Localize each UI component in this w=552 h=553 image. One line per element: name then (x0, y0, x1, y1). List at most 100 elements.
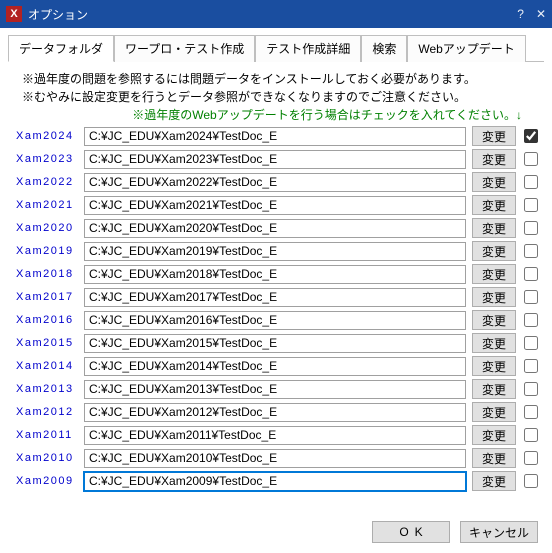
tab-1[interactable]: ワープロ・テスト作成 (114, 35, 255, 62)
folder-row: Xam2012 変更 (14, 402, 538, 422)
notes: ※過年度の問題を参照するには問題データをインストールしておく必要があります。 ※… (0, 62, 552, 126)
year-label: Xam2009 (14, 475, 84, 487)
change-button[interactable]: 変更 (472, 264, 516, 284)
change-button[interactable]: 変更 (472, 471, 516, 491)
change-button[interactable]: 変更 (472, 241, 516, 261)
path-input[interactable] (84, 219, 466, 238)
title-bar: オプション ? ✕ (0, 0, 552, 28)
update-checkbox[interactable] (524, 267, 538, 281)
year-label: Xam2015 (14, 337, 84, 349)
note-line-1: ※過年度の問題を参照するには問題データをインストールしておく必要があります。 (22, 70, 530, 88)
path-input[interactable] (84, 403, 466, 422)
window-controls: ? ✕ (517, 7, 546, 21)
help-icon[interactable]: ? (517, 7, 524, 21)
folder-row: Xam2020 変更 (14, 218, 538, 238)
update-checkbox[interactable] (524, 336, 538, 350)
update-checkbox[interactable] (524, 175, 538, 189)
dialog-footer: OK キャンセル (372, 521, 538, 543)
change-button[interactable]: 変更 (472, 287, 516, 307)
folder-row: Xam2021 変更 (14, 195, 538, 215)
tab-strip: データフォルダワープロ・テスト作成テスト作成詳細検索Webアップデート (8, 34, 544, 62)
year-label: Xam2024 (14, 130, 84, 142)
window-title: オプション (28, 6, 517, 23)
note-hint: ※過年度のWebアップデートを行う場合はチェックを入れてください。↓ (22, 106, 530, 124)
change-button[interactable]: 変更 (472, 356, 516, 376)
update-checkbox[interactable] (524, 451, 538, 465)
change-button[interactable]: 変更 (472, 310, 516, 330)
change-button[interactable]: 変更 (472, 333, 516, 353)
update-checkbox[interactable] (524, 474, 538, 488)
year-label: Xam2016 (14, 314, 84, 326)
tab-3[interactable]: 検索 (361, 35, 407, 62)
folder-row: Xam2016 変更 (14, 310, 538, 330)
folder-row: Xam2017 変更 (14, 287, 538, 307)
path-input[interactable] (84, 449, 466, 468)
path-input[interactable] (84, 288, 466, 307)
path-input[interactable] (84, 472, 466, 491)
year-label: Xam2021 (14, 199, 84, 211)
change-button[interactable]: 変更 (472, 448, 516, 468)
path-input[interactable] (84, 242, 466, 261)
close-icon[interactable]: ✕ (536, 7, 546, 21)
change-button[interactable]: 変更 (472, 379, 516, 399)
folder-row: Xam2010 変更 (14, 448, 538, 468)
change-button[interactable]: 変更 (472, 402, 516, 422)
path-input[interactable] (84, 334, 466, 353)
change-button[interactable]: 変更 (472, 218, 516, 238)
year-label: Xam2011 (14, 429, 84, 441)
year-label: Xam2022 (14, 176, 84, 188)
year-label: Xam2019 (14, 245, 84, 257)
year-label: Xam2023 (14, 153, 84, 165)
folder-row: Xam2013 変更 (14, 379, 538, 399)
change-button[interactable]: 変更 (472, 172, 516, 192)
folder-row: Xam2015 変更 (14, 333, 538, 353)
year-label: Xam2012 (14, 406, 84, 418)
folder-row: Xam2024 変更 (14, 126, 538, 146)
update-checkbox[interactable] (524, 198, 538, 212)
update-checkbox[interactable] (524, 290, 538, 304)
update-checkbox[interactable] (524, 244, 538, 258)
folder-row: Xam2022 変更 (14, 172, 538, 192)
update-checkbox[interactable] (524, 221, 538, 235)
update-checkbox[interactable] (524, 313, 538, 327)
cancel-button[interactable]: キャンセル (460, 521, 538, 543)
folder-row: Xam2009 変更 (14, 471, 538, 491)
folder-list: Xam2024変更Xam2023変更Xam2022変更Xam2021変更Xam2… (0, 126, 552, 491)
change-button[interactable]: 変更 (472, 425, 516, 445)
tab-4[interactable]: Webアップデート (407, 35, 525, 62)
path-input[interactable] (84, 196, 466, 215)
tab-2[interactable]: テスト作成詳細 (255, 35, 361, 62)
tab-0[interactable]: データフォルダ (8, 35, 114, 62)
ok-button[interactable]: OK (372, 521, 450, 543)
path-input[interactable] (84, 380, 466, 399)
year-label: Xam2013 (14, 383, 84, 395)
update-checkbox[interactable] (524, 129, 538, 143)
change-button[interactable]: 変更 (472, 126, 516, 146)
path-input[interactable] (84, 311, 466, 330)
year-label: Xam2010 (14, 452, 84, 464)
folder-row: Xam2023 変更 (14, 149, 538, 169)
year-label: Xam2018 (14, 268, 84, 280)
folder-row: Xam2011 変更 (14, 425, 538, 445)
update-checkbox[interactable] (524, 152, 538, 166)
year-label: Xam2020 (14, 222, 84, 234)
app-icon (6, 6, 22, 22)
path-input[interactable] (84, 426, 466, 445)
year-label: Xam2014 (14, 360, 84, 372)
folder-row: Xam2019 変更 (14, 241, 538, 261)
year-label: Xam2017 (14, 291, 84, 303)
path-input[interactable] (84, 173, 466, 192)
update-checkbox[interactable] (524, 359, 538, 373)
path-input[interactable] (84, 150, 466, 169)
path-input[interactable] (84, 265, 466, 284)
update-checkbox[interactable] (524, 405, 538, 419)
update-checkbox[interactable] (524, 428, 538, 442)
folder-row: Xam2014 変更 (14, 356, 538, 376)
change-button[interactable]: 変更 (472, 149, 516, 169)
path-input[interactable] (84, 127, 466, 146)
change-button[interactable]: 変更 (472, 195, 516, 215)
folder-row: Xam2018 変更 (14, 264, 538, 284)
note-line-2: ※むやみに設定変更を行うとデータ参照ができなくなりますのでご注意ください。 (22, 88, 530, 106)
update-checkbox[interactable] (524, 382, 538, 396)
path-input[interactable] (84, 357, 466, 376)
